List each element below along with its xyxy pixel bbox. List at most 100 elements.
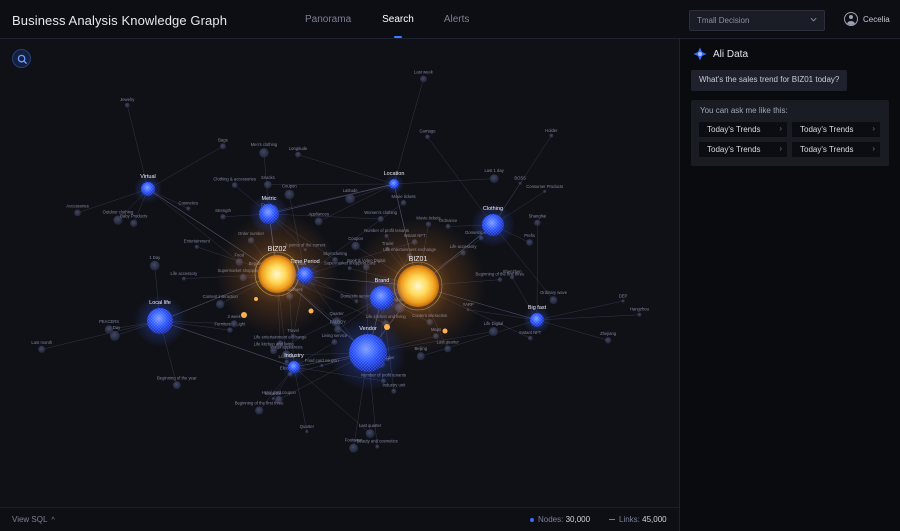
- graph-node[interactable]: [442, 328, 448, 334]
- graph-search-button[interactable]: [12, 49, 31, 68]
- graph-node[interactable]: [365, 429, 375, 439]
- graph-node[interactable]: [172, 381, 181, 390]
- suggestion-button[interactable]: Today's Trends ›: [792, 142, 880, 157]
- graph-node[interactable]: [489, 326, 499, 337]
- main-tabs: Panorama Search Alerts: [290, 0, 484, 39]
- tab-search[interactable]: Search: [367, 0, 429, 39]
- graph-node[interactable]: [220, 214, 226, 220]
- graph-node-label: Shenzhen: [503, 269, 523, 274]
- graph-node[interactable]: [305, 429, 309, 434]
- graph-node[interactable]: [231, 182, 238, 189]
- search-icon: [17, 54, 28, 65]
- graph-node[interactable]: [420, 75, 427, 83]
- graph-node-label: Consumer Products: [526, 184, 563, 189]
- graph-node[interactable]: [74, 209, 81, 217]
- hub-mesh: [349, 334, 387, 372]
- suggestion-button[interactable]: Today's Trends ›: [792, 122, 880, 137]
- graph-node[interactable]: [308, 308, 314, 314]
- graph-node-label: Baby Products: [120, 214, 147, 219]
- graph-node-label: Life kitchen and living: [254, 341, 295, 346]
- chevron-right-icon: ›: [779, 124, 782, 133]
- graph-svg[interactable]: Life accessory Life entertainment exchang…: [0, 39, 679, 507]
- graph-node[interactable]: [314, 217, 323, 226]
- graph-node-label: Hangzhou: [630, 307, 650, 312]
- suggestion-button[interactable]: Today's Trends ›: [699, 122, 787, 137]
- knowledge-graph-canvas[interactable]: Life accessory Life entertainment exchang…: [0, 39, 679, 507]
- graph-node[interactable]: [227, 327, 233, 333]
- nodes-value: 30,000: [565, 515, 591, 524]
- graph-node[interactable]: [526, 239, 533, 246]
- graph-hub-label: Clothing: [483, 206, 503, 212]
- graph-node-label: DEP: [619, 293, 628, 298]
- graph-node[interactable]: [295, 151, 301, 158]
- graph-node[interactable]: [349, 443, 359, 453]
- graph-node-label: Accessories: [66, 204, 89, 209]
- graph-node[interactable]: [534, 219, 541, 227]
- graph-node-label: Beginning of the first three: [235, 401, 285, 406]
- graph-node[interactable]: [320, 363, 324, 368]
- graph-node[interactable]: [375, 444, 380, 449]
- graph-node-label: Prefix: [524, 233, 536, 238]
- graph-node[interactable]: [345, 193, 356, 204]
- graph-node[interactable]: [38, 345, 46, 353]
- graph-node[interactable]: [254, 297, 258, 301]
- suggestion-button[interactable]: Today's Trends ›: [699, 142, 787, 157]
- graph-node[interactable]: [391, 388, 397, 394]
- graph-node[interactable]: [497, 277, 503, 282]
- graph-node[interactable]: [543, 189, 547, 194]
- graph-node[interactable]: [527, 335, 533, 341]
- graph-node[interactable]: [149, 260, 160, 271]
- graph-node[interactable]: [284, 189, 295, 200]
- tab-panorama[interactable]: Panorama: [290, 0, 366, 39]
- graph-node[interactable]: [264, 180, 272, 189]
- graph-node[interactable]: [621, 299, 625, 303]
- graph-hub-label: Virtual: [140, 174, 156, 180]
- graph-node[interactable]: [241, 312, 247, 318]
- graph-node[interactable]: [489, 174, 499, 184]
- graph-node[interactable]: [124, 102, 130, 108]
- graph-node[interactable]: [518, 181, 522, 185]
- graph-node-label: Men's clothing: [251, 142, 278, 147]
- graph-node[interactable]: [416, 352, 425, 361]
- hub-mesh: [530, 313, 544, 327]
- graph-node[interactable]: [194, 244, 199, 249]
- tab-alerts[interactable]: Alerts: [429, 0, 485, 39]
- graph-node[interactable]: [637, 312, 642, 317]
- graph-node[interactable]: [270, 347, 278, 355]
- graph-node-label: 1 Day: [149, 255, 161, 260]
- graph-node-label: Coupon: [348, 236, 363, 241]
- graph-node[interactable]: [377, 215, 384, 223]
- user-menu[interactable]: Cecelia: [844, 12, 890, 26]
- graph-node[interactable]: [425, 134, 430, 140]
- graph-node[interactable]: [104, 325, 114, 334]
- graph-node[interactable]: [259, 148, 269, 158]
- graph-hub-label: BIZ01: [409, 256, 428, 263]
- graph-node[interactable]: [549, 296, 558, 305]
- graph-node[interactable]: [347, 266, 352, 271]
- hub-mesh: [389, 179, 399, 189]
- graph-node[interactable]: [181, 276, 186, 281]
- view-sql-toggle[interactable]: View SQL ^: [12, 515, 55, 524]
- graph-minor-nodes: Life accessory Life entertainment exchang…: [31, 70, 650, 453]
- graph-node[interactable]: [230, 320, 238, 328]
- graph-node-label: Appliances: [308, 212, 329, 217]
- graph-node[interactable]: [186, 206, 191, 211]
- suggestion-label: Today's Trends: [707, 145, 761, 154]
- graph-node-label: Holder: [545, 128, 558, 133]
- graph-node-label: Beginning of the year: [157, 375, 197, 380]
- graph-node[interactable]: [509, 275, 515, 280]
- graph-node[interactable]: [549, 133, 554, 138]
- graph-node-label: Longitude: [289, 146, 308, 151]
- hub-mesh: [370, 286, 394, 310]
- graph-node[interactable]: [130, 219, 138, 227]
- nodes-label: Nodes:: [538, 515, 564, 524]
- graph-node[interactable]: [219, 143, 226, 150]
- graph-node[interactable]: [290, 334, 296, 340]
- graph-node[interactable]: [384, 324, 390, 330]
- scope-select[interactable]: Tmall Decision: [689, 10, 825, 31]
- assistant-header: Ali Data: [693, 47, 748, 61]
- graph-node[interactable]: [604, 337, 612, 344]
- graph-node[interactable]: [351, 241, 360, 251]
- graph-node[interactable]: [400, 200, 407, 206]
- graph-node[interactable]: [255, 406, 264, 415]
